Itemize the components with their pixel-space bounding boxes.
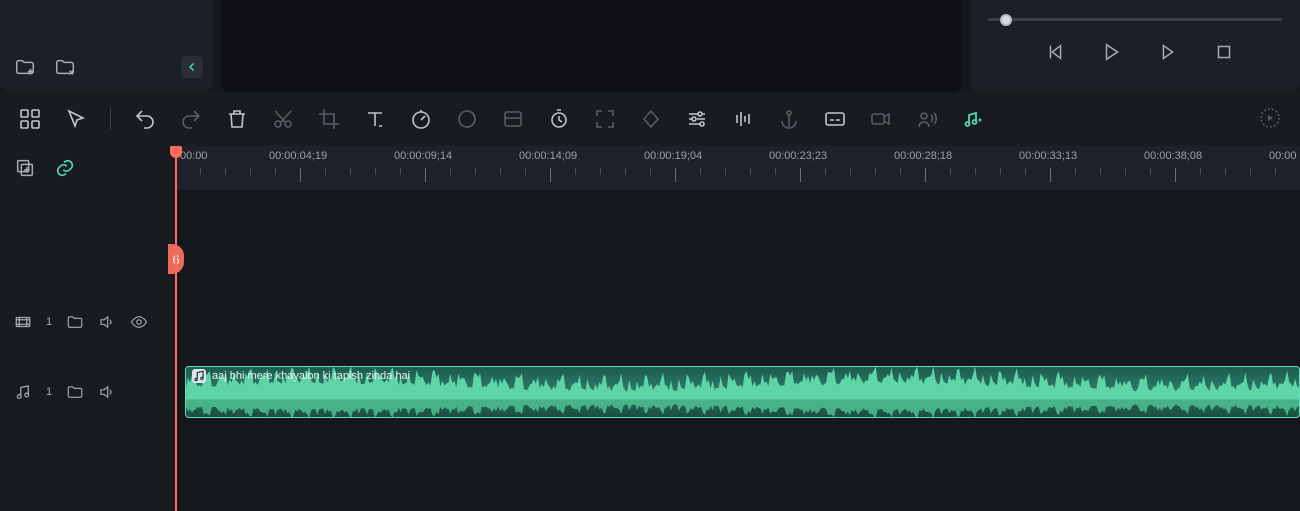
ruler-label: 00:00:28;18: [894, 150, 952, 162]
collapse-panel-button[interactable]: [181, 56, 203, 78]
audio-clip[interactable]: aaj bhi mere khayalon ki tapish zinda ha…: [185, 366, 1300, 418]
divider: [110, 108, 111, 130]
video-track-folder-icon[interactable]: [66, 313, 84, 331]
ruler-label: 00:00:33;13: [1019, 150, 1077, 162]
next-frame-button[interactable]: [1157, 41, 1179, 63]
subtitle-icon[interactable]: [823, 107, 847, 131]
timeline-ruler[interactable]: 00:00 00:00:04;19 00:00:09;14 00:00:14;09 00…: [175, 146, 1300, 190]
audio-track-mute-icon[interactable]: [98, 383, 116, 401]
ruler-label: 00:00:19;04: [644, 150, 702, 162]
video-track-icon: [14, 313, 32, 331]
delete-icon[interactable]: [225, 107, 249, 131]
player-progress[interactable]: [988, 18, 1282, 21]
media-remove-icon[interactable]: [54, 56, 76, 78]
video-track-label: 1: [46, 316, 52, 328]
anchor-icon: [777, 107, 801, 131]
audio-clip-title: aaj bhi mere khayalon ki tapish zinda ha…: [212, 370, 410, 382]
link-icon[interactable]: [54, 157, 76, 179]
render-icon[interactable]: [1258, 106, 1282, 130]
cut-icon[interactable]: [271, 107, 295, 131]
ruler-label: 00:00:23;23: [769, 150, 827, 162]
play-button[interactable]: [1101, 41, 1123, 63]
player-panel: [970, 0, 1300, 92]
ruler-label: 00:00:04;19: [269, 150, 327, 162]
video-track-mute-icon[interactable]: [98, 313, 116, 331]
ruler-label: 00:00: [1269, 150, 1297, 162]
audio-track-label: 1: [46, 386, 52, 398]
mask-icon: [501, 107, 525, 131]
audio-adjust-icon[interactable]: [731, 107, 755, 131]
add-track-icon[interactable]: [14, 157, 36, 179]
music-note-icon: [192, 369, 206, 383]
player-progress-knob[interactable]: [1000, 14, 1012, 26]
audio-track-icon: [14, 383, 32, 401]
ruler-label: 00:00: [180, 150, 208, 162]
beat-detect-icon[interactable]: [961, 107, 985, 131]
ruler-label: 00:00:38;08: [1144, 150, 1202, 162]
prev-frame-button[interactable]: [1045, 41, 1067, 63]
track-sidebar: 1 1: [0, 146, 175, 511]
top-region: [0, 0, 1300, 92]
undo-icon[interactable]: [133, 107, 157, 131]
color-icon: [455, 107, 479, 131]
audio-track-header: 1: [0, 370, 175, 414]
media-panel: [0, 0, 213, 92]
timeline: 1 1 00:00 00:00:04;19 00:00:09;14 00:00:14;…: [0, 146, 1300, 511]
crop-icon[interactable]: [317, 107, 341, 131]
keyframe-icon: [639, 107, 663, 131]
redo-icon: [179, 107, 203, 131]
playhead-cap[interactable]: [170, 146, 182, 158]
audio-track-folder-icon[interactable]: [66, 383, 84, 401]
stop-button[interactable]: [1213, 41, 1235, 63]
preview-panel: [221, 0, 962, 92]
adjust-icon[interactable]: [685, 107, 709, 131]
timer-icon[interactable]: [547, 107, 571, 131]
ruler-label: 00:00:14;09: [519, 150, 577, 162]
fit-icon: [593, 107, 617, 131]
cursor-icon[interactable]: [64, 107, 88, 131]
record-icon[interactable]: [869, 107, 893, 131]
timeline-toolbar: [0, 92, 1300, 146]
video-track-visibility-icon[interactable]: [130, 313, 148, 331]
speed-icon[interactable]: [409, 107, 433, 131]
playhead[interactable]: [175, 146, 177, 511]
ruler-label: 00:00:09;14: [394, 150, 452, 162]
video-track-header: 1: [0, 300, 175, 344]
text-icon[interactable]: [363, 107, 387, 131]
new-folder-icon[interactable]: [14, 56, 36, 78]
voice-icon[interactable]: [915, 107, 939, 131]
layout-icon[interactable]: [18, 107, 42, 131]
